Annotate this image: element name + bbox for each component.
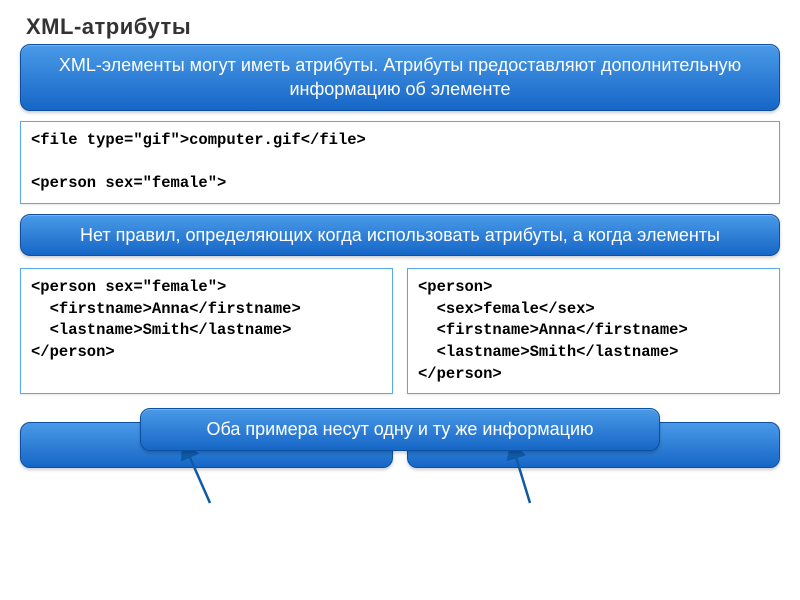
code-example-1: <file type="gif">computer.gif</file> <pe…: [20, 121, 780, 204]
info-box-3: Оба примера несут одну и ту же информаци…: [140, 408, 660, 450]
bottom-group: Оба примера несут одну и ту же информаци…: [20, 422, 780, 468]
info-box-1: XML-элементы могут иметь атрибуты. Атриб…: [20, 44, 780, 111]
slide-title: XML-атрибуты: [26, 14, 780, 40]
code-row: <person sex="female"> <firstname>Anna</f…: [20, 268, 780, 394]
code-example-left: <person sex="female"> <firstname>Anna</f…: [20, 268, 393, 394]
code-example-right: <person> <sex>female</sex> <firstname>An…: [407, 268, 780, 394]
info-box-2: Нет правил, определяющих когда использов…: [20, 214, 780, 256]
